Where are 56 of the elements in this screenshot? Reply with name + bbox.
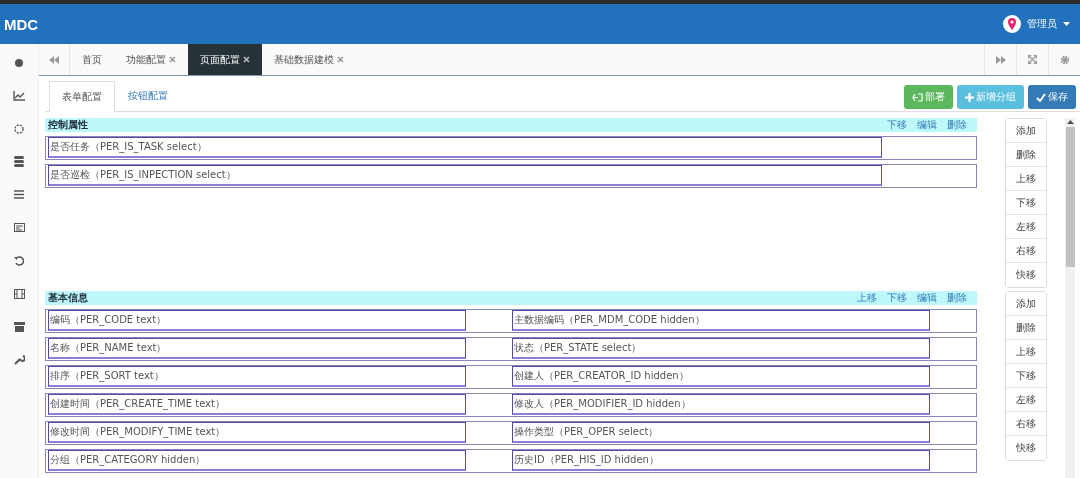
- form-field[interactable]: 是否巡检（PER_IS_INPECTION select）: [48, 165, 882, 186]
- form-field[interactable]: 创建时间（PER_CREATE_TIME text）: [48, 394, 467, 415]
- check-icon: [1036, 92, 1046, 102]
- section-title: 控制属性: [48, 118, 88, 132]
- card-icon[interactable]: [13, 223, 25, 232]
- scroll-up-icon[interactable]: [1066, 120, 1074, 124]
- sign-in-icon: [912, 92, 923, 102]
- location-pin-icon: [1003, 15, 1021, 33]
- archive-icon[interactable]: [13, 321, 25, 332]
- form-field[interactable]: 排序（PER_SORT text）: [48, 366, 467, 387]
- form-field[interactable]: 修改人（PER_MODIFIER_ID hidden）: [512, 394, 931, 415]
- section-action-link[interactable]: 编辑: [917, 291, 937, 305]
- film-icon[interactable]: [13, 288, 25, 299]
- form-field[interactable]: 名称（PER_NAME text）: [48, 338, 467, 359]
- side-button[interactable]: 添加: [1006, 119, 1046, 143]
- fullscreen-icon: [1028, 55, 1037, 64]
- page-tab[interactable]: 页面配置: [188, 44, 262, 75]
- form-field[interactable]: 分组（PER_CATEGORY hidden）: [48, 450, 467, 471]
- section-action-link[interactable]: 删除: [947, 118, 967, 132]
- double-left-arrow-icon: [49, 55, 59, 64]
- list-icon[interactable]: [14, 190, 24, 199]
- section-title: 基本信息: [48, 291, 88, 305]
- plus-icon: [965, 92, 974, 102]
- section-action-link[interactable]: 下移: [887, 291, 907, 305]
- app-logo: MDC: [3, 15, 39, 33]
- scrollbar[interactable]: [1065, 118, 1075, 478]
- form-field[interactable]: 状态（PER_STATE select）: [512, 338, 931, 359]
- form-field[interactable]: 修改时间（PER_MODIFY_TIME text）: [48, 422, 467, 443]
- page-tab[interactable]: 功能配置: [114, 44, 188, 75]
- close-icon[interactable]: [243, 56, 250, 63]
- save-button[interactable]: 保存: [1028, 85, 1076, 109]
- undo-icon[interactable]: [14, 255, 24, 266]
- form-tab[interactable]: 按钮配置: [115, 81, 181, 111]
- dot-icon[interactable]: [14, 57, 24, 68]
- form-field[interactable]: 主数据编码（PER_MDM_CODE hidden）: [512, 310, 931, 331]
- section-action-link[interactable]: 上移: [857, 291, 877, 305]
- section-action-link[interactable]: 下移: [887, 118, 907, 132]
- page-tab[interactable]: 基础数据建模: [262, 44, 356, 75]
- form-tab[interactable]: 表单配置: [49, 81, 115, 112]
- section-action-link[interactable]: 编辑: [917, 118, 937, 132]
- double-right-arrow-icon: [995, 55, 1006, 64]
- page-tab[interactable]: 首页: [70, 44, 114, 75]
- scrollbar-thumb[interactable]: [1065, 127, 1075, 267]
- form-field[interactable]: 编码（PER_CODE text）: [48, 310, 467, 331]
- side-button[interactable]: 添加: [1006, 292, 1046, 316]
- form-field[interactable]: 操作类型（PER_OPER select）: [512, 422, 931, 443]
- spinner-icon[interactable]: [14, 123, 24, 134]
- form-field[interactable]: 创建人（PER_CREATOR_ID hidden）: [512, 366, 931, 387]
- settings-icon: [1059, 54, 1070, 65]
- chart-icon[interactable]: [13, 90, 25, 101]
- user-menu[interactable]: 管理员: [1027, 17, 1057, 31]
- caret-icon: [1063, 22, 1070, 26]
- section-action-link[interactable]: 删除: [947, 291, 967, 305]
- database-icon[interactable]: [14, 156, 24, 167]
- form-field[interactable]: 历史ID（PER_HIS_ID hidden）: [512, 450, 931, 471]
- form-field[interactable]: 是否任务（PER_IS_TASK select）: [48, 137, 882, 158]
